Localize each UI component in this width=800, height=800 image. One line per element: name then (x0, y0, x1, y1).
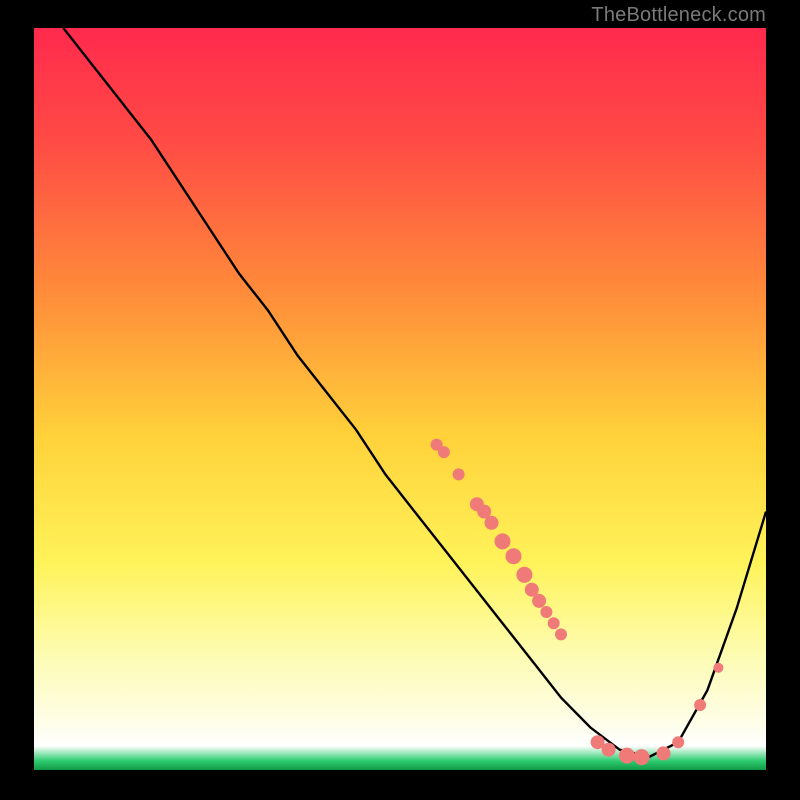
marker-dot (532, 594, 546, 608)
marker-dot (619, 748, 635, 764)
marker-dot (555, 628, 567, 640)
marker-dot (657, 746, 671, 760)
marker-dot (602, 743, 616, 757)
marker-dot (540, 606, 552, 618)
marker-dot (495, 533, 511, 549)
marker-dot (713, 663, 723, 673)
bottleneck-chart (34, 28, 766, 772)
gradient-background (34, 28, 766, 772)
marker-dot (453, 468, 465, 480)
marker-dot (634, 749, 650, 765)
chart-frame (34, 28, 766, 772)
marker-dot (485, 516, 499, 530)
marker-dot (516, 567, 532, 583)
marker-dot (672, 736, 684, 748)
marker-dot (438, 446, 450, 458)
marker-dot (506, 548, 522, 564)
watermark-text: TheBottleneck.com (591, 4, 766, 27)
marker-dot (548, 617, 560, 629)
marker-dot (694, 699, 706, 711)
